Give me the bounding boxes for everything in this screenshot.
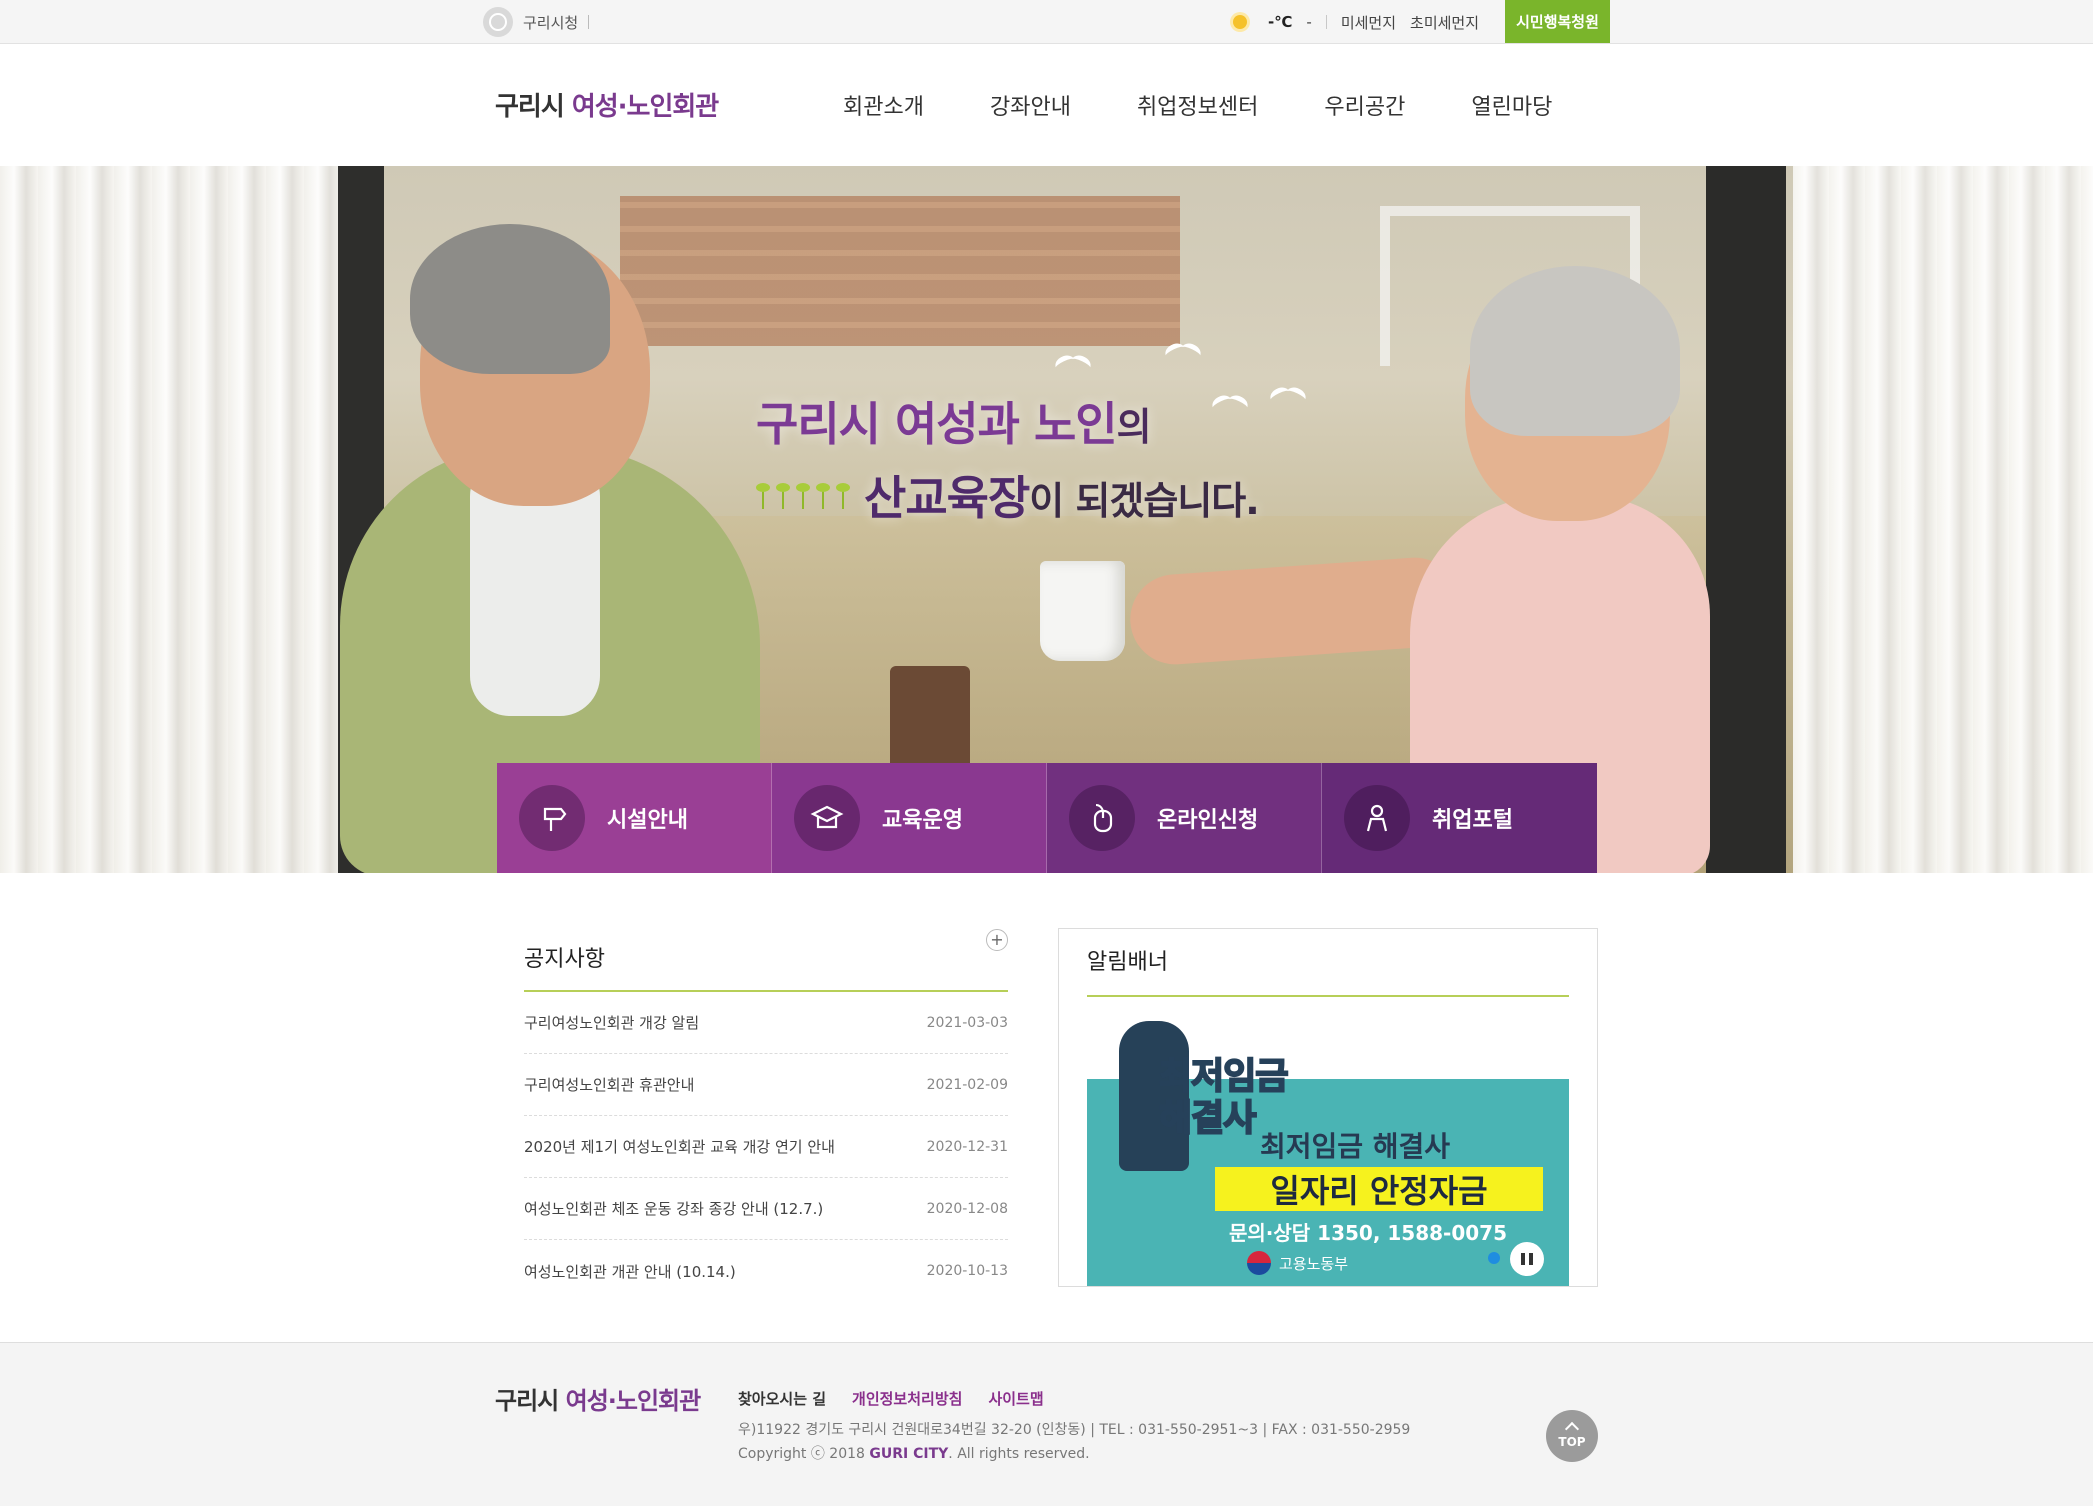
nav-item-open-forum[interactable]: 열린마당 <box>1471 89 1552 121</box>
ultrafine-dust-label[interactable]: 초미세먼지 <box>1410 12 1479 33</box>
notice-item-title[interactable]: 구리여성노인회관 개강 알림 <box>524 1012 699 1033</box>
notice-item-title[interactable]: 2020년 제1기 여성노인회관 교육 개강 연기 안내 <box>524 1136 835 1157</box>
notice-item-date: 2020-12-08 <box>926 1200 1008 1217</box>
notice-item-date: 2021-03-03 <box>926 1014 1008 1031</box>
fine-dust-label[interactable]: 미세먼지 <box>1341 12 1396 33</box>
quick-menu-label: 온라인신청 <box>1157 808 1259 833</box>
footer-link-privacy[interactable]: 개인정보처리방침 <box>852 1388 962 1409</box>
quick-menu-facility[interactable]: 시설안내 <box>497 763 772 873</box>
quick-menu-online-apply[interactable]: 온라인신청 <box>1047 763 1322 873</box>
hero-window-frame-right <box>1706 166 1786 873</box>
quick-menu-label: 교육운영 <box>882 808 963 833</box>
footer-copyright: Copyright ⓒ 2018 GURI CITY. All rights r… <box>738 1443 1090 1463</box>
notice-item-date: 2021-02-09 <box>926 1076 1008 1093</box>
headline-line-2: 산교육장이 되겠습니다. <box>756 462 1396 528</box>
citizen-petition-button[interactable]: 시민행복청원 <box>1505 0 1610 43</box>
list-item[interactable]: 2020년 제1기 여성노인회관 교육 개강 연기 안내 2020-12-31 <box>524 1116 1008 1178</box>
scroll-top-button[interactable]: TOP <box>1546 1410 1598 1462</box>
notice-item-title[interactable]: 구리여성노인회관 휴관안내 <box>524 1074 694 1095</box>
notice-board: 공지사항 + 구리여성노인회관 개강 알림 2021-03-03 구리여성노인회… <box>524 920 1008 1302</box>
quick-menu: 시설안내 교육운영 온라인신청 취업포털 <box>497 763 1597 873</box>
quick-menu-job-portal[interactable]: 취업포털 <box>1322 763 1597 873</box>
banner-heading-line-2: 해결사 <box>1158 1097 1257 1140</box>
nav-item-courses[interactable]: 강좌안내 <box>990 89 1071 121</box>
temperature: -℃ <box>1268 13 1293 31</box>
city-hall-link[interactable]: 구리시청 <box>483 7 590 37</box>
banner-contact: 문의·상담 1350, 1588-0075 <box>1229 1221 1508 1245</box>
pause-icon[interactable] <box>1510 1242 1544 1276</box>
headline-tail: 의 <box>1116 405 1152 449</box>
banner-panel-title: 알림배너 <box>1087 929 1569 997</box>
logo-accent: 여성·노인회관 <box>571 92 719 122</box>
headline-accent: 구리시 여성과 노인 <box>756 397 1118 451</box>
logo-prefix: 구리시 <box>495 92 572 122</box>
nav-item-our-space[interactable]: 우리공간 <box>1324 89 1405 121</box>
site-logo[interactable]: 구리시 여성·노인회관 <box>495 86 719 123</box>
headline-line-1: 구리시 여성과 노인의 <box>756 388 1396 454</box>
plus-icon[interactable]: + <box>986 929 1008 951</box>
list-item[interactable]: 구리여성노인회관 개강 알림 2021-03-03 <box>524 992 1008 1054</box>
chevron-up-icon <box>1564 1421 1580 1437</box>
footer-link-sitemap[interactable]: 사이트맵 <box>988 1388 1043 1409</box>
footer-address: 우)11922 경기도 구리시 건원대로34번길 32-20 (인창동) | T… <box>738 1422 1411 1438</box>
footer-logo-accent: 여성·노인회관 <box>565 1387 702 1415</box>
slide-indicator-dot[interactable] <box>1488 1252 1500 1264</box>
weather-widget: -℃ - 미세먼지 초미세먼지 <box>1226 8 1479 36</box>
hero-headline: 구리시 여성과 노인의 산교육장이 되겠습니다. <box>756 388 1396 528</box>
notice-item-date: 2020-10-13 <box>926 1263 1008 1279</box>
copyright-city: GURI CITY <box>869 1446 949 1462</box>
copyright-prefix: Copyright ⓒ 2018 <box>738 1446 870 1462</box>
notice-banner-panel: 알림배너 최저임금 해결사 최저임금 해결사 일자리 안정자금 문의·상담 13… <box>1058 928 1598 1287</box>
hero-woman-hair <box>1470 266 1680 436</box>
list-item[interactable]: 구리여성노인회관 휴관안내 2021-02-09 <box>524 1054 1008 1116</box>
nav-item-jobs[interactable]: 취업정보센터 <box>1137 89 1258 121</box>
person-icon <box>1344 785 1410 851</box>
banner-slide[interactable]: 최저임금 해결사 최저임금 해결사 일자리 안정자금 문의·상담 1350, 1… <box>1087 1007 1569 1286</box>
nav-item-about[interactable]: 회관소개 <box>843 89 924 121</box>
sprout-icon <box>756 481 850 509</box>
banner-highlight: 일자리 안정자금 <box>1215 1167 1543 1211</box>
scroll-top-label: TOP <box>1558 1435 1586 1449</box>
sun-icon <box>1226 8 1254 36</box>
hero-curtain-right <box>1793 166 2093 873</box>
signpost-icon <box>519 785 585 851</box>
quick-menu-label: 취업포털 <box>1432 808 1513 833</box>
footer-link-directions[interactable]: 찾아오시는 길 <box>738 1388 826 1409</box>
taegeuk-logo-icon <box>1247 1251 1271 1275</box>
headline-rest: 이 되겠습니다. <box>1029 479 1259 523</box>
bird-icon <box>1165 344 1201 366</box>
hero-photo-deck <box>620 196 1180 346</box>
divider <box>1325 15 1327 29</box>
quick-menu-label: 시설안내 <box>607 808 688 833</box>
hero-man-hair <box>410 224 610 374</box>
footer-logo: 구리시 여성·노인회관 <box>495 1381 702 1416</box>
hero-woman-cup <box>1040 561 1125 661</box>
site-footer: 구리시 여성·노인회관 찾아오시는 길 개인정보처리방침 사이트맵 우)1192… <box>0 1342 2093 1506</box>
city-emblem-icon <box>483 7 513 37</box>
list-item[interactable]: 여성노인회관 체조 운동 강좌 종강 안내 (12.7.) 2020-12-08 <box>524 1178 1008 1240</box>
banner-subtitle: 최저임금 해결사 <box>1260 1130 1451 1163</box>
list-item[interactable]: 여성노인회관 개관 안내 (10.14.) 2020-10-13 <box>524 1240 1008 1302</box>
utility-bar: 구리시청 -℃ - 미세먼지 초미세먼지 시민행복청원 <box>0 0 2093 44</box>
city-hall-label: 구리시청 <box>523 13 579 32</box>
divider <box>588 15 590 29</box>
notice-item-title[interactable]: 여성노인회관 개관 안내 (10.14.) <box>524 1261 736 1282</box>
notice-item-date: 2020-12-31 <box>926 1138 1008 1155</box>
bird-icon <box>1055 356 1091 378</box>
hero-curtain-left <box>0 166 345 873</box>
main-nav: 회관소개 강좌안내 취업정보센터 우리공간 열린마당 <box>843 89 1552 121</box>
mouse-icon <box>1069 785 1135 851</box>
banner-ministry: 고용노동부 <box>1247 1251 1348 1275</box>
temperature-suffix: - <box>1306 13 1312 31</box>
footer-logo-prefix: 구리시 <box>495 1387 566 1415</box>
footer-links: 찾아오시는 길 개인정보처리방침 사이트맵 <box>738 1388 1044 1409</box>
graduation-cap-icon <box>794 785 860 851</box>
banner-ministry-name: 고용노동부 <box>1279 1254 1349 1273</box>
quick-menu-education[interactable]: 교육운영 <box>772 763 1047 873</box>
notice-item-title[interactable]: 여성노인회관 체조 운동 강좌 종강 안내 (12.7.) <box>524 1198 823 1219</box>
copyright-suffix: . All rights reserved. <box>948 1446 1090 1462</box>
headline-strong: 산교육장 <box>864 471 1030 525</box>
site-header: 구리시 여성·노인회관 회관소개 강좌안내 취업정보센터 우리공간 열린마당 <box>0 44 2093 166</box>
notice-title: 공지사항 <box>524 920 1008 992</box>
